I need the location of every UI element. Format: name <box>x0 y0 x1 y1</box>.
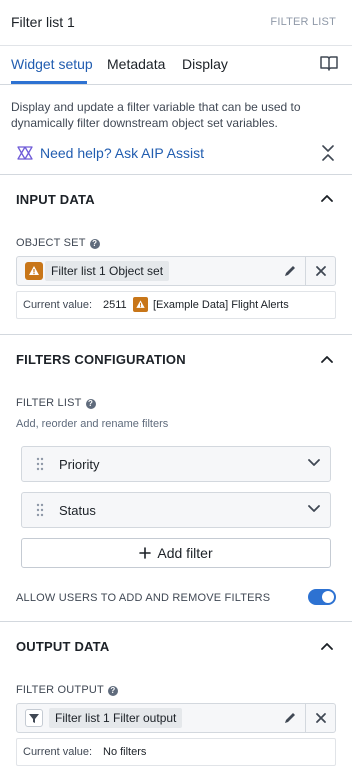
output-current-value: No filters <box>103 746 147 758</box>
current-value-box: Current value: 2511 [Example Data] Fligh… <box>16 291 336 319</box>
widget-description: Display and update a filter variable tha… <box>11 100 301 130</box>
active-tab-indicator <box>11 81 87 84</box>
collapse-all-icon[interactable] <box>321 145 335 161</box>
filter-item-priority[interactable]: Priority <box>21 446 331 482</box>
tab-bar: Widget setup Metadata Display <box>0 45 352 85</box>
divider <box>0 334 352 335</box>
filter-list-label-text: FILTER LIST <box>16 397 82 409</box>
plus-icon <box>139 547 152 559</box>
chevron-down-icon[interactable] <box>308 505 320 513</box>
filter-name: Priority <box>59 457 100 472</box>
filter-name: Status <box>59 503 96 518</box>
field-divider <box>305 257 306 285</box>
aip-assist-icon <box>16 145 40 161</box>
object-set-label-text: OBJECT SET <box>16 237 86 249</box>
tab-display[interactable]: Display <box>182 56 228 72</box>
current-value-label: Current value: <box>23 299 93 311</box>
book-icon[interactable] <box>320 55 338 71</box>
divider <box>0 174 352 175</box>
help-icon[interactable]: ? <box>89 239 100 249</box>
pencil-icon[interactable] <box>283 264 297 278</box>
help-icon[interactable]: ? <box>107 686 118 696</box>
object-set-field[interactable]: Filter list 1 Object set <box>16 256 336 286</box>
tab-widget-setup[interactable]: Widget setup <box>11 56 93 72</box>
filter-output-field[interactable]: Filter list 1 Filter output <box>16 703 336 733</box>
section-title-output-data: OUTPUT DATA <box>16 639 110 654</box>
current-value-label: Current value: <box>23 746 93 758</box>
widget-title: Filter list 1 <box>11 14 75 30</box>
widget-type-label: FILTER LIST <box>270 16 336 28</box>
chevron-up-icon[interactable] <box>321 355 333 363</box>
chevron-up-icon[interactable] <box>321 642 333 650</box>
section-title-input-data: INPUT DATA <box>16 192 95 207</box>
add-filter-button[interactable]: Add filter <box>21 538 331 568</box>
output-current-value-box: Current value: No filters <box>16 738 336 766</box>
allow-add-remove-toggle[interactable] <box>308 589 336 605</box>
add-filter-label: Add filter <box>157 545 213 561</box>
filter-icon <box>25 709 43 727</box>
filter-list-hint: Add, reorder and rename filters <box>16 418 169 430</box>
tab-metadata[interactable]: Metadata <box>107 56 165 72</box>
filter-list-label: FILTER LIST? <box>16 397 96 409</box>
pencil-icon[interactable] <box>283 711 297 725</box>
help-icon[interactable]: ? <box>85 399 96 409</box>
object-set-label: OBJECT SET? <box>16 237 100 249</box>
chevron-up-icon[interactable] <box>321 194 333 202</box>
drag-handle-icon[interactable] <box>36 503 44 517</box>
filter-output-label: FILTER OUTPUT? <box>16 684 118 696</box>
aip-assist-link[interactable]: Need help? Ask AIP Assist <box>16 145 204 161</box>
chevron-down-icon[interactable] <box>308 459 320 467</box>
section-title-filters-configuration: FILTERS CONFIGURATION <box>16 352 186 367</box>
filter-output-tag: Filter list 1 Filter output <box>49 708 183 728</box>
filter-output-label-text: FILTER OUTPUT <box>16 684 104 696</box>
drag-handle-icon[interactable] <box>36 457 44 471</box>
field-divider <box>305 704 306 732</box>
close-icon[interactable] <box>315 265 327 277</box>
divider <box>0 621 352 622</box>
aip-assist-label: Need help? Ask AIP Assist <box>40 145 204 161</box>
object-set-tag: Filter list 1 Object set <box>45 261 170 281</box>
warning-icon <box>133 297 148 312</box>
warning-icon <box>25 262 43 280</box>
current-count: 2511 <box>103 299 127 311</box>
allow-add-remove-label: ALLOW USERS TO ADD AND REMOVE FILTERS <box>16 592 271 604</box>
filter-item-status[interactable]: Status <box>21 492 331 528</box>
toggle-knob <box>322 591 334 603</box>
close-icon[interactable] <box>315 712 327 724</box>
current-object-name: [Example Data] Flight Alerts <box>153 299 289 311</box>
